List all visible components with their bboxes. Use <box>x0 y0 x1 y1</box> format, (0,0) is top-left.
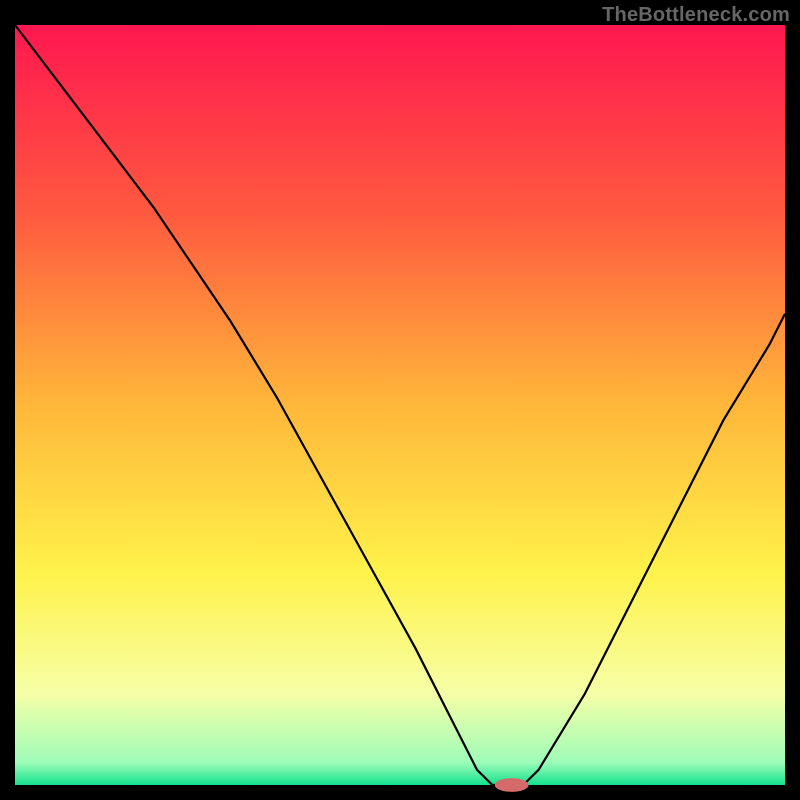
chart-canvas <box>0 0 800 800</box>
optimal-point-marker <box>495 778 529 792</box>
plot-background <box>15 25 785 785</box>
watermark-text: TheBottleneck.com <box>602 4 790 27</box>
